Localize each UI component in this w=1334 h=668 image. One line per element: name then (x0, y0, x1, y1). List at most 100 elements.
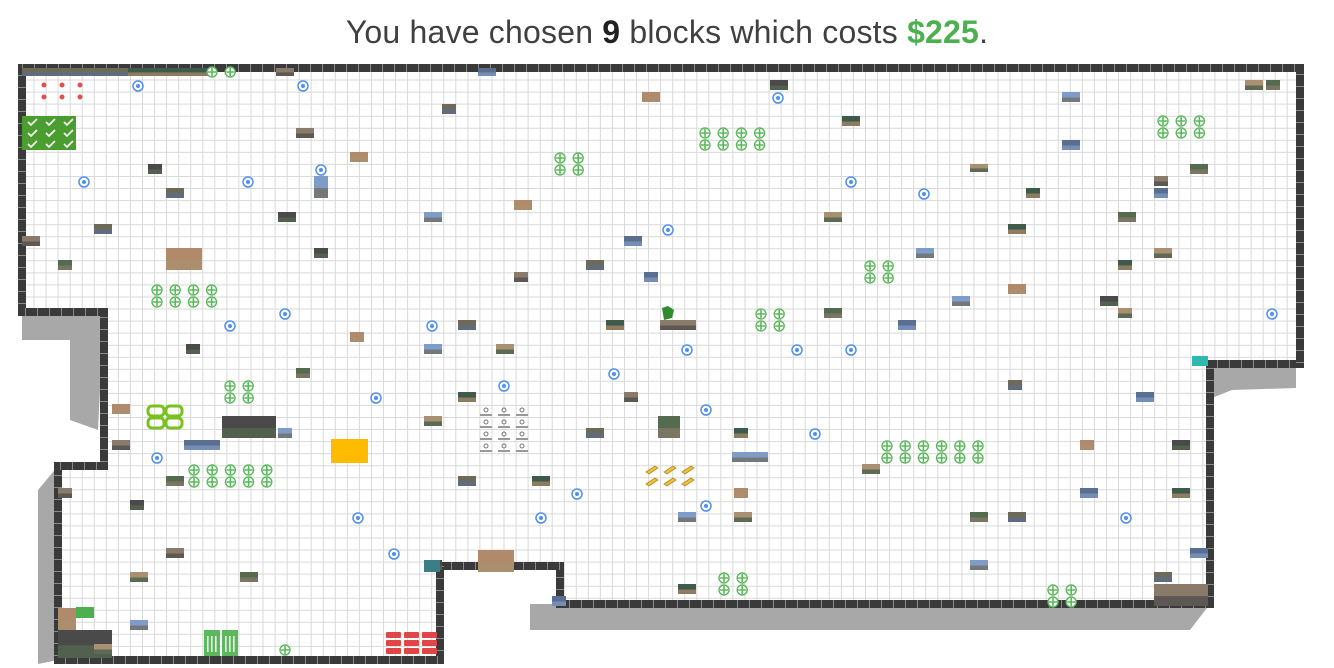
move-arrows-icon[interactable] (717, 139, 729, 151)
move-arrows-icon[interactable] (1175, 127, 1187, 139)
ad-photo[interactable] (58, 608, 76, 630)
location-target-icon[interactable] (132, 80, 144, 92)
location-target-icon[interactable] (151, 452, 163, 464)
ad-photo[interactable] (186, 344, 200, 354)
board-canvas[interactable] (0, 0, 1334, 668)
ad-photo[interactable] (970, 512, 988, 522)
ad-photo[interactable] (1026, 188, 1040, 198)
location-target-icon[interactable] (1120, 512, 1132, 524)
move-arrows-icon[interactable] (1047, 596, 1059, 608)
location-target-icon[interactable] (78, 176, 90, 188)
move-arrows-icon[interactable] (242, 380, 254, 392)
move-arrows-icon[interactable] (151, 296, 163, 308)
pixel-ad-board[interactable] (0, 0, 1334, 668)
ad-photo[interactable] (1190, 548, 1208, 558)
ad-photo[interactable] (276, 68, 294, 76)
ad-photo[interactable] (278, 428, 292, 438)
move-arrows-icon[interactable] (735, 127, 748, 139)
ad-photo[interactable] (458, 476, 476, 486)
ad-photo[interactable] (970, 164, 988, 172)
location-target-icon[interactable] (242, 176, 254, 188)
ad-photo[interactable] (770, 80, 788, 90)
ad-photo[interactable] (732, 452, 768, 462)
ad-dot[interactable] (77, 94, 83, 100)
ad-ribbon[interactable] (386, 640, 401, 646)
move-arrows-icon[interactable] (224, 476, 237, 488)
ad-photo[interactable] (424, 344, 442, 354)
ad-photo[interactable] (166, 548, 184, 558)
ad-teal-tile[interactable] (424, 560, 440, 572)
location-target-icon[interactable] (791, 344, 803, 356)
move-arrows-icon[interactable] (882, 272, 894, 284)
ad-photo[interactable] (898, 320, 916, 330)
ad-photo[interactable] (166, 476, 184, 486)
ad-photo[interactable] (128, 68, 208, 76)
move-arrows-icon[interactable] (572, 152, 584, 164)
ad-photo[interactable] (824, 308, 842, 318)
ad-photo[interactable] (112, 404, 130, 414)
ad-photo[interactable] (166, 188, 184, 198)
ad-photo[interactable] (94, 224, 112, 234)
move-arrows-icon[interactable] (169, 296, 181, 308)
location-target-icon[interactable] (370, 392, 382, 404)
ad-photo[interactable] (424, 416, 442, 426)
ad-dot[interactable] (41, 82, 47, 88)
move-arrows-icon[interactable] (1157, 115, 1169, 127)
move-arrows-icon[interactable] (261, 464, 273, 476)
move-arrows-icon[interactable] (864, 272, 876, 284)
ad-dot[interactable] (59, 82, 65, 88)
move-arrows-icon[interactable] (972, 452, 984, 464)
move-arrows-icon[interactable] (242, 476, 255, 488)
location-target-icon[interactable] (571, 488, 583, 500)
move-arrows-icon[interactable] (187, 284, 200, 296)
move-arrows-icon[interactable] (187, 296, 200, 308)
ad-photo[interactable] (660, 320, 696, 330)
ad-photo[interactable] (552, 596, 566, 606)
location-target-icon[interactable] (681, 344, 693, 356)
ad-photo[interactable] (1172, 440, 1190, 450)
ad-photo[interactable] (240, 572, 258, 582)
ad-photo[interactable] (1154, 248, 1172, 258)
ad-green-columns[interactable] (204, 630, 220, 656)
ad-photo[interactable] (1118, 260, 1132, 270)
location-target-icon[interactable] (918, 188, 930, 200)
ad-photo[interactable] (1154, 188, 1168, 198)
move-arrows-icon[interactable] (279, 644, 291, 656)
move-arrows-icon[interactable] (954, 440, 966, 452)
move-arrows-icon[interactable] (1193, 127, 1206, 139)
ad-photo[interactable] (624, 236, 642, 246)
location-target-icon[interactable] (297, 80, 309, 92)
ad-photo[interactable] (94, 644, 112, 654)
ad-ribbon[interactable] (404, 648, 419, 654)
move-arrows-icon[interactable] (954, 452, 966, 464)
ad-teal-badge[interactable] (1192, 356, 1208, 366)
ad-photo[interactable] (442, 104, 456, 114)
location-target-icon[interactable] (700, 404, 712, 416)
move-arrows-icon[interactable] (554, 152, 566, 164)
ad-photo[interactable] (166, 248, 202, 270)
ad-photo[interactable] (1118, 212, 1136, 222)
ad-photo[interactable] (1080, 488, 1098, 498)
move-arrows-icon[interactable] (188, 464, 200, 476)
location-target-icon[interactable] (535, 512, 547, 524)
ad-photo[interactable] (148, 164, 162, 174)
ad-ribbon[interactable] (386, 632, 401, 638)
ad-photo[interactable] (314, 248, 328, 258)
move-arrows-icon[interactable] (718, 572, 730, 584)
move-arrows-icon[interactable] (881, 452, 893, 464)
move-arrows-icon[interactable] (1065, 596, 1077, 608)
ad-dot[interactable] (41, 94, 47, 100)
move-arrows-icon[interactable] (736, 584, 748, 596)
move-arrows-icon[interactable] (206, 464, 218, 476)
ad-photo[interactable] (1136, 392, 1154, 402)
location-target-icon[interactable] (1266, 308, 1278, 320)
ad-photo[interactable] (624, 392, 638, 402)
ad-photo[interactable] (586, 428, 604, 438)
move-arrows-icon[interactable] (773, 320, 785, 332)
move-arrows-icon[interactable] (773, 308, 785, 320)
ad-photo[interactable] (678, 512, 696, 522)
move-arrows-icon[interactable] (1193, 115, 1206, 127)
move-arrows-icon[interactable] (1175, 115, 1187, 127)
ad-photo[interactable] (58, 260, 72, 270)
move-arrows-icon[interactable] (224, 464, 237, 476)
